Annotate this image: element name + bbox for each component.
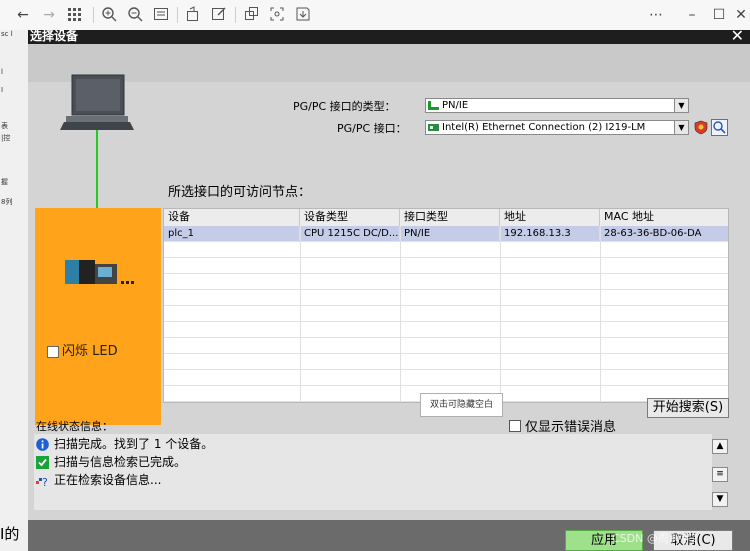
check-icon bbox=[36, 456, 49, 469]
fragment-text: 表 bbox=[1, 122, 8, 130]
maximize-icon[interactable]: ☐ bbox=[710, 6, 728, 24]
dialog-titlebar: 选择设备 ✕ bbox=[28, 26, 750, 45]
forward-icon[interactable]: → bbox=[40, 6, 58, 24]
zoom-in-icon[interactable] bbox=[100, 6, 118, 24]
column-header[interactable]: 地址 bbox=[500, 209, 600, 226]
svg-text:?: ? bbox=[42, 476, 48, 487]
pgpc-interface-select[interactable]: Intel(R) Ethernet Connection (2) I219-LM… bbox=[425, 120, 689, 135]
cell-device: plc_1 bbox=[164, 226, 300, 242]
more-icon[interactable]: ⋯ bbox=[647, 6, 665, 24]
list-item: ? 正在检索设备信息... bbox=[34, 472, 712, 489]
fragment-text: 握 bbox=[1, 178, 8, 186]
rotate-icon[interactable] bbox=[184, 6, 202, 24]
minimize-icon[interactable]: – bbox=[683, 6, 701, 24]
table-row-empty bbox=[164, 322, 728, 338]
fullscreen-icon[interactable] bbox=[268, 6, 286, 24]
column-header[interactable]: 设备类型 bbox=[300, 209, 400, 226]
status-text: 扫描完成。找到了 1 个设备。 bbox=[54, 437, 214, 451]
fragment-text: sc l bbox=[1, 30, 13, 38]
close-icon[interactable]: ✕ bbox=[731, 26, 744, 45]
plc-device-icon bbox=[65, 260, 134, 284]
pgpc-interface-label: PG/PC 接口： bbox=[337, 122, 407, 135]
device-preview-panel: 闪烁 LED bbox=[35, 208, 161, 425]
scroll-down-button[interactable]: ▼ bbox=[712, 492, 728, 507]
table-row-empty bbox=[164, 274, 728, 290]
viewer-toolbar: ← → ⋯ – ☐ ✕ bbox=[0, 0, 750, 31]
table-header: 设备 设备类型 接口类型 地址 MAC 地址 bbox=[164, 209, 728, 227]
only-errors-label: 仅显示错误消息 bbox=[525, 420, 617, 435]
pgpc-type-value: PN/IE bbox=[442, 100, 469, 111]
grid-icon[interactable] bbox=[66, 6, 84, 24]
ethernet-card-icon bbox=[428, 124, 439, 131]
table-row-empty bbox=[164, 290, 728, 306]
searching-icon: ? bbox=[36, 476, 48, 487]
flash-led-checkbox[interactable] bbox=[47, 346, 59, 358]
column-header[interactable]: 设备 bbox=[164, 209, 300, 226]
status-text: 正在检索设备信息... bbox=[54, 473, 162, 487]
zoom-out-icon[interactable] bbox=[126, 6, 144, 24]
cell-address: 192.168.13.3 bbox=[500, 226, 600, 242]
cell-mac-address: 28-63-36-BD-06-DA bbox=[600, 226, 728, 242]
accessible-nodes-heading: 所选接口的可访问节点： bbox=[168, 185, 312, 200]
fragment-text: |控 bbox=[1, 134, 11, 142]
fit-page-icon[interactable] bbox=[152, 6, 170, 24]
pgpc-computer-icon bbox=[60, 74, 134, 220]
pgpc-type-select[interactable]: PN/IE ▼ bbox=[425, 98, 689, 113]
window-close-icon[interactable]: ✕ bbox=[732, 6, 750, 24]
info-icon bbox=[36, 438, 49, 451]
chevron-down-icon[interactable]: ▼ bbox=[674, 99, 688, 112]
table-row-empty bbox=[164, 242, 728, 258]
save-icon[interactable] bbox=[294, 6, 312, 24]
flash-led-label: 闪烁 LED bbox=[62, 344, 118, 359]
fragment-text: l bbox=[1, 68, 3, 76]
pgpc-type-label: PG/PC 接口的类型： bbox=[293, 100, 396, 113]
cell-device-type: CPU 1215C DC/D... bbox=[300, 226, 400, 242]
network-icon bbox=[428, 101, 439, 110]
status-messages-list: 扫描完成。找到了 1 个设备。 扫描与信息检索已完成。 ? 正在检索设备信息..… bbox=[34, 434, 712, 510]
edit-icon[interactable] bbox=[210, 6, 228, 24]
back-icon[interactable]: ← bbox=[14, 6, 32, 24]
status-text: 扫描与信息检索已完成。 bbox=[54, 455, 187, 469]
dialog-title: 选择设备 bbox=[30, 29, 79, 43]
shield-icon[interactable] bbox=[694, 120, 708, 135]
table-row-empty bbox=[164, 258, 728, 274]
pgpc-interface-value: Intel(R) Ethernet Connection (2) I219-LM bbox=[442, 122, 646, 133]
table-row-empty bbox=[164, 338, 728, 354]
list-item: 扫描完成。找到了 1 个设备。 bbox=[34, 436, 712, 453]
chevron-down-icon[interactable]: ▼ bbox=[674, 121, 688, 134]
table-row[interactable]: plc_1 CPU 1215C DC/D... PN/IE 192.168.13… bbox=[164, 226, 728, 242]
status-heading: 在线状态信息： bbox=[36, 420, 113, 433]
fragment-text: 8列 bbox=[1, 198, 13, 206]
start-search-button[interactable]: 开始搜索(S) bbox=[647, 398, 729, 418]
only-errors-checkbox[interactable] bbox=[509, 420, 521, 432]
cell-interface-type: PN/IE bbox=[400, 226, 500, 242]
table-row-empty bbox=[164, 370, 728, 386]
watermark: CSDN @周利宇2 bbox=[612, 532, 698, 545]
column-header[interactable]: 接口类型 bbox=[400, 209, 500, 226]
magnifier-icon bbox=[713, 121, 726, 134]
background-window-fragment: sc l l I 表 |控 握 8列 I的 bbox=[0, 30, 28, 551]
column-header[interactable]: MAC 地址 bbox=[600, 209, 728, 226]
scroll-menu-button[interactable]: ≡ bbox=[712, 467, 728, 482]
list-item: 扫描与信息检索已完成。 bbox=[34, 454, 712, 471]
accessible-nodes-table: 设备 设备类型 接口类型 地址 MAC 地址 plc_1 CPU 1215C D… bbox=[163, 208, 729, 403]
tooltip: 双击可隐藏空白 bbox=[420, 393, 503, 417]
fragment-text: I bbox=[1, 86, 4, 94]
properties-button[interactable] bbox=[711, 119, 728, 136]
select-device-dialog: 选择设备 ✕ PG/PC 接口的类型： PN/IE ▼ PG/PC 接口： In… bbox=[28, 26, 750, 551]
crop-icon[interactable] bbox=[242, 6, 260, 24]
scroll-up-button[interactable]: ▲ bbox=[712, 439, 728, 454]
table-row-empty bbox=[164, 354, 728, 370]
table-row-empty bbox=[164, 306, 728, 322]
fragment-text: I的 bbox=[0, 525, 20, 543]
